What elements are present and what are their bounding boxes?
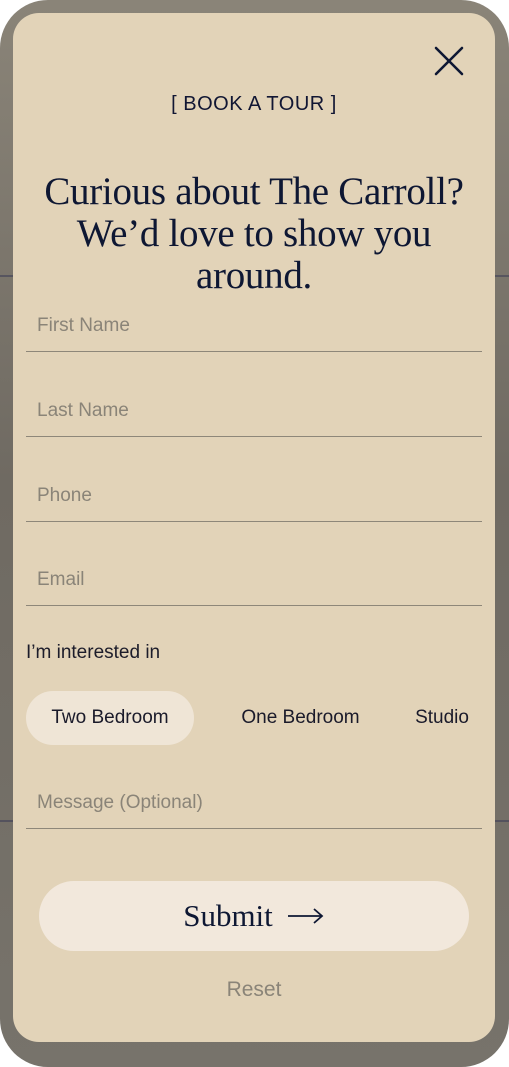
- phone-field: [26, 471, 482, 522]
- headline-line-1: Curious about The Carroll?: [44, 170, 464, 213]
- interest-option-one-bedroom[interactable]: One Bedroom: [213, 691, 388, 745]
- headline-line-2: We’d love to show you around.: [76, 212, 432, 297]
- modal-eyebrow: [ BOOK A TOUR ]: [171, 93, 337, 115]
- device-frame: [ BOOK A TOUR ] Curious about The Carrol…: [0, 0, 509, 1067]
- reset-button[interactable]: Reset: [13, 978, 495, 1002]
- interest-options: Two Bedroom One Bedroom Studio: [26, 691, 486, 745]
- interest-label: I’m interested in: [26, 642, 161, 663]
- last-name-field: [26, 386, 482, 437]
- modal-headline: Curious about The Carroll? We’d love to …: [23, 171, 485, 297]
- email-field: [26, 555, 482, 606]
- submit-button[interactable]: Submit: [39, 881, 469, 951]
- email-input[interactable]: [26, 555, 482, 605]
- first-name-input[interactable]: [26, 301, 482, 351]
- phone-input[interactable]: [26, 471, 482, 521]
- close-button[interactable]: [431, 43, 467, 79]
- arrow-right-icon: [287, 907, 325, 925]
- first-name-field: [26, 301, 482, 352]
- submit-label: Submit: [183, 898, 273, 933]
- last-name-input[interactable]: [26, 386, 482, 436]
- interest-option-two-bedroom[interactable]: Two Bedroom: [26, 691, 194, 745]
- interest-option-studio[interactable]: Studio: [398, 691, 486, 745]
- book-tour-modal: [ BOOK A TOUR ] Curious about The Carrol…: [13, 13, 495, 1042]
- message-input[interactable]: [26, 778, 482, 828]
- message-field: [26, 778, 482, 829]
- close-icon: [434, 46, 464, 76]
